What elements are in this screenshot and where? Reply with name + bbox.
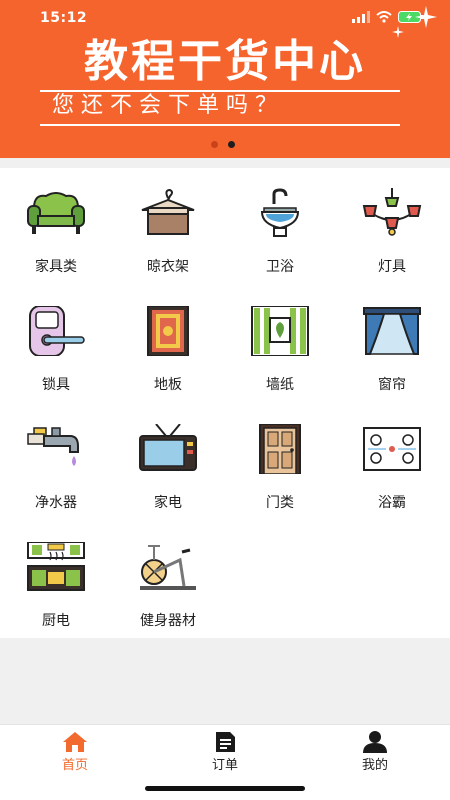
banner-title: 教程干货中心 (84, 36, 366, 87)
door-lock-icon (29, 306, 85, 356)
status-time: 15:12 (40, 10, 88, 26)
category-label: 浴霸 (378, 495, 406, 511)
sofa-icon (27, 192, 85, 234)
banner-subtitle: 您还不会下单吗？ (52, 93, 285, 118)
category-doors[interactable]: 门类 (224, 404, 336, 522)
exercise-bike-icon (140, 545, 196, 590)
carousel-dot-active[interactable] (228, 141, 235, 148)
home-indicator (145, 786, 305, 791)
category-label: 家具类 (35, 259, 77, 275)
sparkle-icon (415, 6, 437, 28)
category-label: 门类 (266, 495, 294, 511)
wifi-icon (376, 11, 392, 23)
sink-icon (260, 188, 300, 237)
category-label: 窗帘 (378, 377, 406, 393)
document-icon (216, 732, 235, 752)
category-furniture[interactable]: 家具类 (0, 168, 112, 286)
category-label: 厨电 (42, 613, 70, 629)
empty-area (0, 638, 450, 724)
water-faucet-icon (27, 427, 79, 466)
kitchen-appliance-icon (27, 542, 85, 591)
category-kitchen-appliances[interactable]: 厨电 (0, 522, 112, 640)
door-icon (259, 424, 301, 474)
category-clothes-rack[interactable]: 晾衣架 (112, 168, 224, 286)
status-icons (352, 11, 424, 23)
wallpaper-icon (251, 306, 309, 356)
chandelier-icon (362, 188, 422, 236)
bath-heater-icon (363, 427, 421, 471)
home-icon (63, 732, 87, 752)
category-locks[interactable]: 锁具 (0, 286, 112, 404)
tab-home[interactable]: 首页 (35, 729, 115, 773)
category-fitness-equipment[interactable]: 健身器材 (112, 522, 224, 640)
category-water-purifier[interactable]: 净水器 (0, 404, 112, 522)
tab-profile[interactable]: 我的 (335, 729, 415, 773)
category-label: 净水器 (35, 495, 77, 511)
category-label: 锁具 (42, 377, 70, 393)
tab-label: 订单 (211, 758, 238, 773)
carousel-dot[interactable] (211, 141, 218, 148)
tab-orders[interactable]: 订单 (185, 729, 265, 773)
category-wallpaper[interactable]: 墙纸 (224, 286, 336, 404)
status-bar: 15:12 (0, 0, 450, 36)
category-label: 灯具 (378, 259, 406, 275)
tv-icon (139, 424, 197, 471)
category-label: 家电 (154, 495, 182, 511)
tab-label: 首页 (61, 758, 88, 773)
tab-label: 我的 (361, 758, 388, 773)
category-appliances[interactable]: 家电 (112, 404, 224, 522)
category-lighting[interactable]: 灯具 (336, 168, 448, 286)
category-flooring[interactable]: 地板 (112, 286, 224, 404)
carousel-indicator[interactable] (211, 141, 235, 148)
category-curtains[interactable]: 窗帘 (336, 286, 448, 404)
promo-banner[interactable]: 15:12 教程干货中心 您还不会下单吗？ (0, 0, 450, 158)
category-label: 墙纸 (266, 377, 294, 393)
category-label: 晾衣架 (147, 259, 189, 275)
user-icon (363, 731, 387, 753)
category-label: 健身器材 (140, 613, 196, 629)
curtain-icon (363, 307, 421, 355)
category-grid: 家具类 晾衣架 卫浴 灯具 锁具 地板 墙纸 窗帘 净水器 家电 门类 浴霸 厨… (0, 168, 450, 638)
floor-rug-icon (147, 306, 189, 356)
category-bath-heater[interactable]: 浴霸 (336, 404, 448, 522)
category-bathroom[interactable]: 卫浴 (224, 168, 336, 286)
signal-icon (352, 11, 370, 23)
section-separator (0, 158, 450, 168)
clothes-hanger-icon (141, 188, 195, 235)
category-label: 地板 (154, 377, 182, 393)
banner-divider (40, 124, 400, 126)
category-label: 卫浴 (266, 259, 294, 275)
